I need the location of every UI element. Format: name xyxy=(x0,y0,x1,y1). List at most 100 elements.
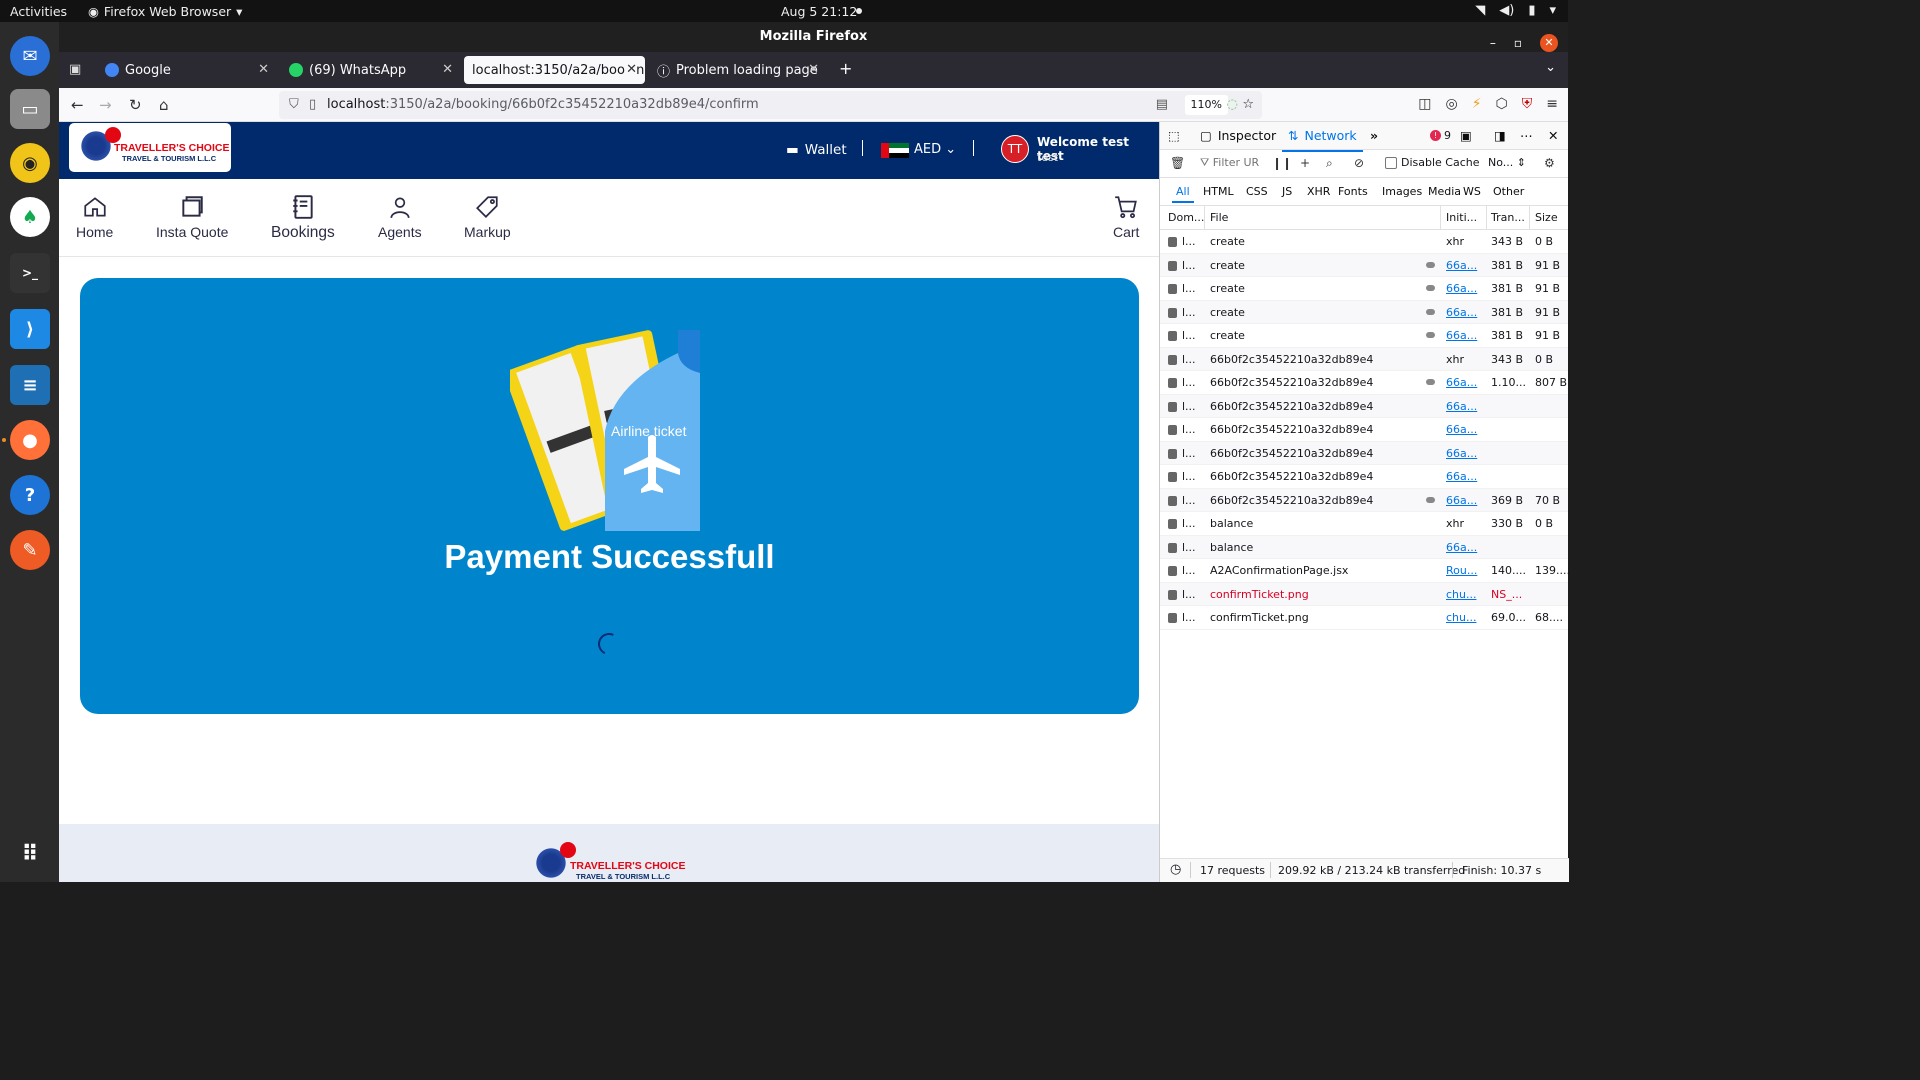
nav-markup[interactable]: Markup xyxy=(464,194,511,240)
tab-close-icon[interactable]: ✕ xyxy=(808,62,819,77)
tracking-shield-icon[interactable]: ⛉ xyxy=(289,91,299,119)
add-request-icon[interactable]: + xyxy=(1300,156,1310,170)
type-filter-xhr[interactable]: XHR xyxy=(1307,185,1330,198)
row-initiator[interactable]: 66a... xyxy=(1446,329,1477,342)
nav-insta-quote[interactable]: Insta Quote xyxy=(156,194,228,240)
zoom-level[interactable]: 110% xyxy=(1184,95,1228,115)
tab-close-icon[interactable]: ✕ xyxy=(626,62,637,77)
files-icon[interactable]: ▭ xyxy=(10,89,50,129)
row-initiator[interactable]: 66a... xyxy=(1446,541,1477,554)
request-row[interactable]: l... 66b0f2c35452210a32db89e4 66a... xyxy=(1160,394,1568,418)
tab-google[interactable]: Google ✕ xyxy=(97,56,277,84)
block-icon[interactable]: ⊘ xyxy=(1354,156,1364,170)
type-filter-other[interactable]: Other xyxy=(1493,185,1524,198)
app-menu[interactable]: ◉ Firefox Web Browser ▾ xyxy=(88,4,242,19)
ublock-icon[interactable]: ⛨ xyxy=(1522,96,1533,112)
element-picker-icon[interactable]: ⬚ xyxy=(1168,128,1180,143)
back-icon[interactable]: ← xyxy=(71,96,84,114)
type-filter-all[interactable]: All xyxy=(1172,185,1194,203)
devtools-menu-icon[interactable]: ⋯ xyxy=(1520,128,1533,143)
tab-localhost[interactable]: localhost:3150/a2a/booking ✕ xyxy=(464,56,645,84)
row-initiator[interactable]: Rou... xyxy=(1446,564,1477,577)
request-row[interactable]: l... 66b0f2c35452210a32db89e4 xhr 343 B 0 B xyxy=(1160,347,1568,371)
row-initiator[interactable]: 66a... xyxy=(1446,376,1477,389)
bookmark-star-icon[interactable]: ☆ xyxy=(1242,91,1254,119)
performance-icon[interactable]: ◷ xyxy=(1170,862,1181,877)
request-row[interactable]: l... create 66a... 381 B 91 B xyxy=(1160,324,1568,348)
search-icon[interactable]: ⌕ xyxy=(1326,156,1333,171)
type-filter-fonts[interactable]: Fonts xyxy=(1338,185,1368,198)
window-close-icon[interactable]: ✕ xyxy=(1540,34,1558,52)
avatar[interactable]: TT xyxy=(1001,135,1029,163)
clock[interactable]: Aug 5 21:12 xyxy=(781,4,857,19)
tab-whatsapp[interactable]: (69) WhatsApp ✕ xyxy=(281,56,461,84)
type-filter-ws[interactable]: WS xyxy=(1463,185,1481,198)
request-row[interactable]: l... A2AConfirmationPage.jsx Rou... 140....… xyxy=(1160,559,1570,583)
disable-cache-checkbox[interactable] xyxy=(1385,156,1397,169)
help-icon[interactable]: ? xyxy=(10,475,50,515)
show-apps-icon[interactable]: ⠿ xyxy=(10,834,50,874)
request-row[interactable]: l... confirmTicket.png chu... NS_... xyxy=(1160,582,1568,606)
request-row[interactable]: l... balance 66a... xyxy=(1160,535,1568,559)
pause-icon[interactable]: ❙❙ xyxy=(1272,156,1292,170)
footer-logo[interactable]: TRAVELLER'S CHOICE TRAVEL & TOURISM L.L.… xyxy=(534,842,694,882)
extensions-icon[interactable]: ⬡ xyxy=(1496,96,1508,112)
type-filter-js[interactable]: JS xyxy=(1282,185,1292,198)
tab-close-icon[interactable]: ✕ xyxy=(258,62,269,77)
request-row[interactable]: l... 66b0f2c35452210a32db89e4 66a... xyxy=(1160,465,1568,489)
row-initiator[interactable]: 66a... xyxy=(1446,494,1477,507)
row-initiator[interactable]: 66a... xyxy=(1446,259,1477,272)
type-filter-images[interactable]: Images xyxy=(1382,185,1422,198)
request-row[interactable]: l... create xhr 343 B 0 B xyxy=(1160,230,1568,254)
throttling-select[interactable]: No... ⇕ xyxy=(1488,156,1526,169)
row-initiator[interactable]: 66a... xyxy=(1446,447,1477,460)
col-initiator[interactable]: Initi... xyxy=(1446,211,1477,224)
col-file[interactable]: File xyxy=(1210,211,1228,224)
thunderbird-icon[interactable]: ✉ xyxy=(10,36,50,76)
row-initiator[interactable]: 66a... xyxy=(1446,282,1477,295)
tab-close-icon[interactable]: ✕ xyxy=(442,62,453,77)
filter-urls-input[interactable]: ⛛ Filter UR xyxy=(1200,156,1259,170)
menu-icon[interactable]: ≡ xyxy=(1546,96,1558,112)
type-filter-css[interactable]: CSS xyxy=(1246,185,1268,198)
tab-overview-icon[interactable]: ▣ xyxy=(69,62,81,77)
page-info-icon[interactable]: ▯ xyxy=(309,91,316,119)
request-row[interactable]: l... create 66a... 381 B 91 B xyxy=(1160,253,1568,277)
request-row[interactable]: l... 66b0f2c35452210a32db89e4 66a... xyxy=(1160,418,1568,442)
request-row[interactable]: l... 66b0f2c35452210a32db89e4 66a... xyxy=(1160,441,1568,465)
new-tab-icon[interactable]: + xyxy=(839,59,852,78)
system-tray[interactable]: ◥ ◀) ▮ ▾ xyxy=(1475,3,1556,18)
row-initiator[interactable]: 66a... xyxy=(1446,400,1477,413)
request-row[interactable]: l... create 66a... 381 B 91 B xyxy=(1160,300,1568,324)
home-icon[interactable]: ⌂ xyxy=(159,96,169,114)
row-initiator[interactable]: 66a... xyxy=(1446,423,1477,436)
disable-cache-toggle[interactable]: Disable Cache xyxy=(1385,156,1480,169)
addon-icon[interactable]: ⚡ xyxy=(1472,96,1482,112)
currency-select[interactable]: AED ⌄ xyxy=(914,142,956,157)
vscode-icon[interactable]: ⟩ xyxy=(10,309,50,349)
clear-trash-icon[interactable]: 🗑 xyxy=(1170,156,1185,170)
dock-side-icon[interactable]: ◨ xyxy=(1494,128,1506,143)
nav-cart[interactable]: Cart xyxy=(1113,194,1139,240)
nav-agents[interactable]: Agents xyxy=(378,194,422,240)
request-row[interactable]: l... confirmTicket.png chu... 69.0... 68.... xyxy=(1160,606,1568,630)
type-filter-html[interactable]: HTML xyxy=(1203,185,1234,198)
wallet-link[interactable]: ▬ Wallet xyxy=(786,142,847,158)
error-count-badge[interactable]: ! 9 xyxy=(1430,129,1451,142)
rhythmbox-icon[interactable]: ◉ xyxy=(10,143,50,183)
mongodb-compass-icon[interactable]: ♠ xyxy=(10,197,50,237)
extension-icon[interactable]: ◌ xyxy=(1227,91,1238,119)
tab-network[interactable]: ⇅ Network xyxy=(1282,128,1363,152)
row-initiator[interactable]: chu... xyxy=(1446,611,1476,624)
nav-home[interactable]: Home xyxy=(76,194,113,240)
nav-bookings[interactable]: Bookings xyxy=(271,194,335,242)
writer-icon[interactable]: ≡ xyxy=(10,365,50,405)
more-tabs-icon[interactable]: » xyxy=(1370,128,1378,143)
devtools-close-icon[interactable]: ✕ xyxy=(1548,128,1558,143)
request-row[interactable]: l... 66b0f2c35452210a32db89e4 66a... 369 B 7… xyxy=(1160,488,1568,512)
request-row[interactable]: l... 66b0f2c35452210a32db89e4 66a... 1.10..… xyxy=(1160,371,1568,395)
settings-gear-icon[interactable]: ⚙ xyxy=(1544,156,1555,170)
request-row[interactable]: l... balance xhr 330 B 0 B xyxy=(1160,512,1568,536)
postman-icon[interactable]: ✎ xyxy=(10,530,50,570)
col-domain[interactable]: Dom... xyxy=(1168,211,1204,224)
